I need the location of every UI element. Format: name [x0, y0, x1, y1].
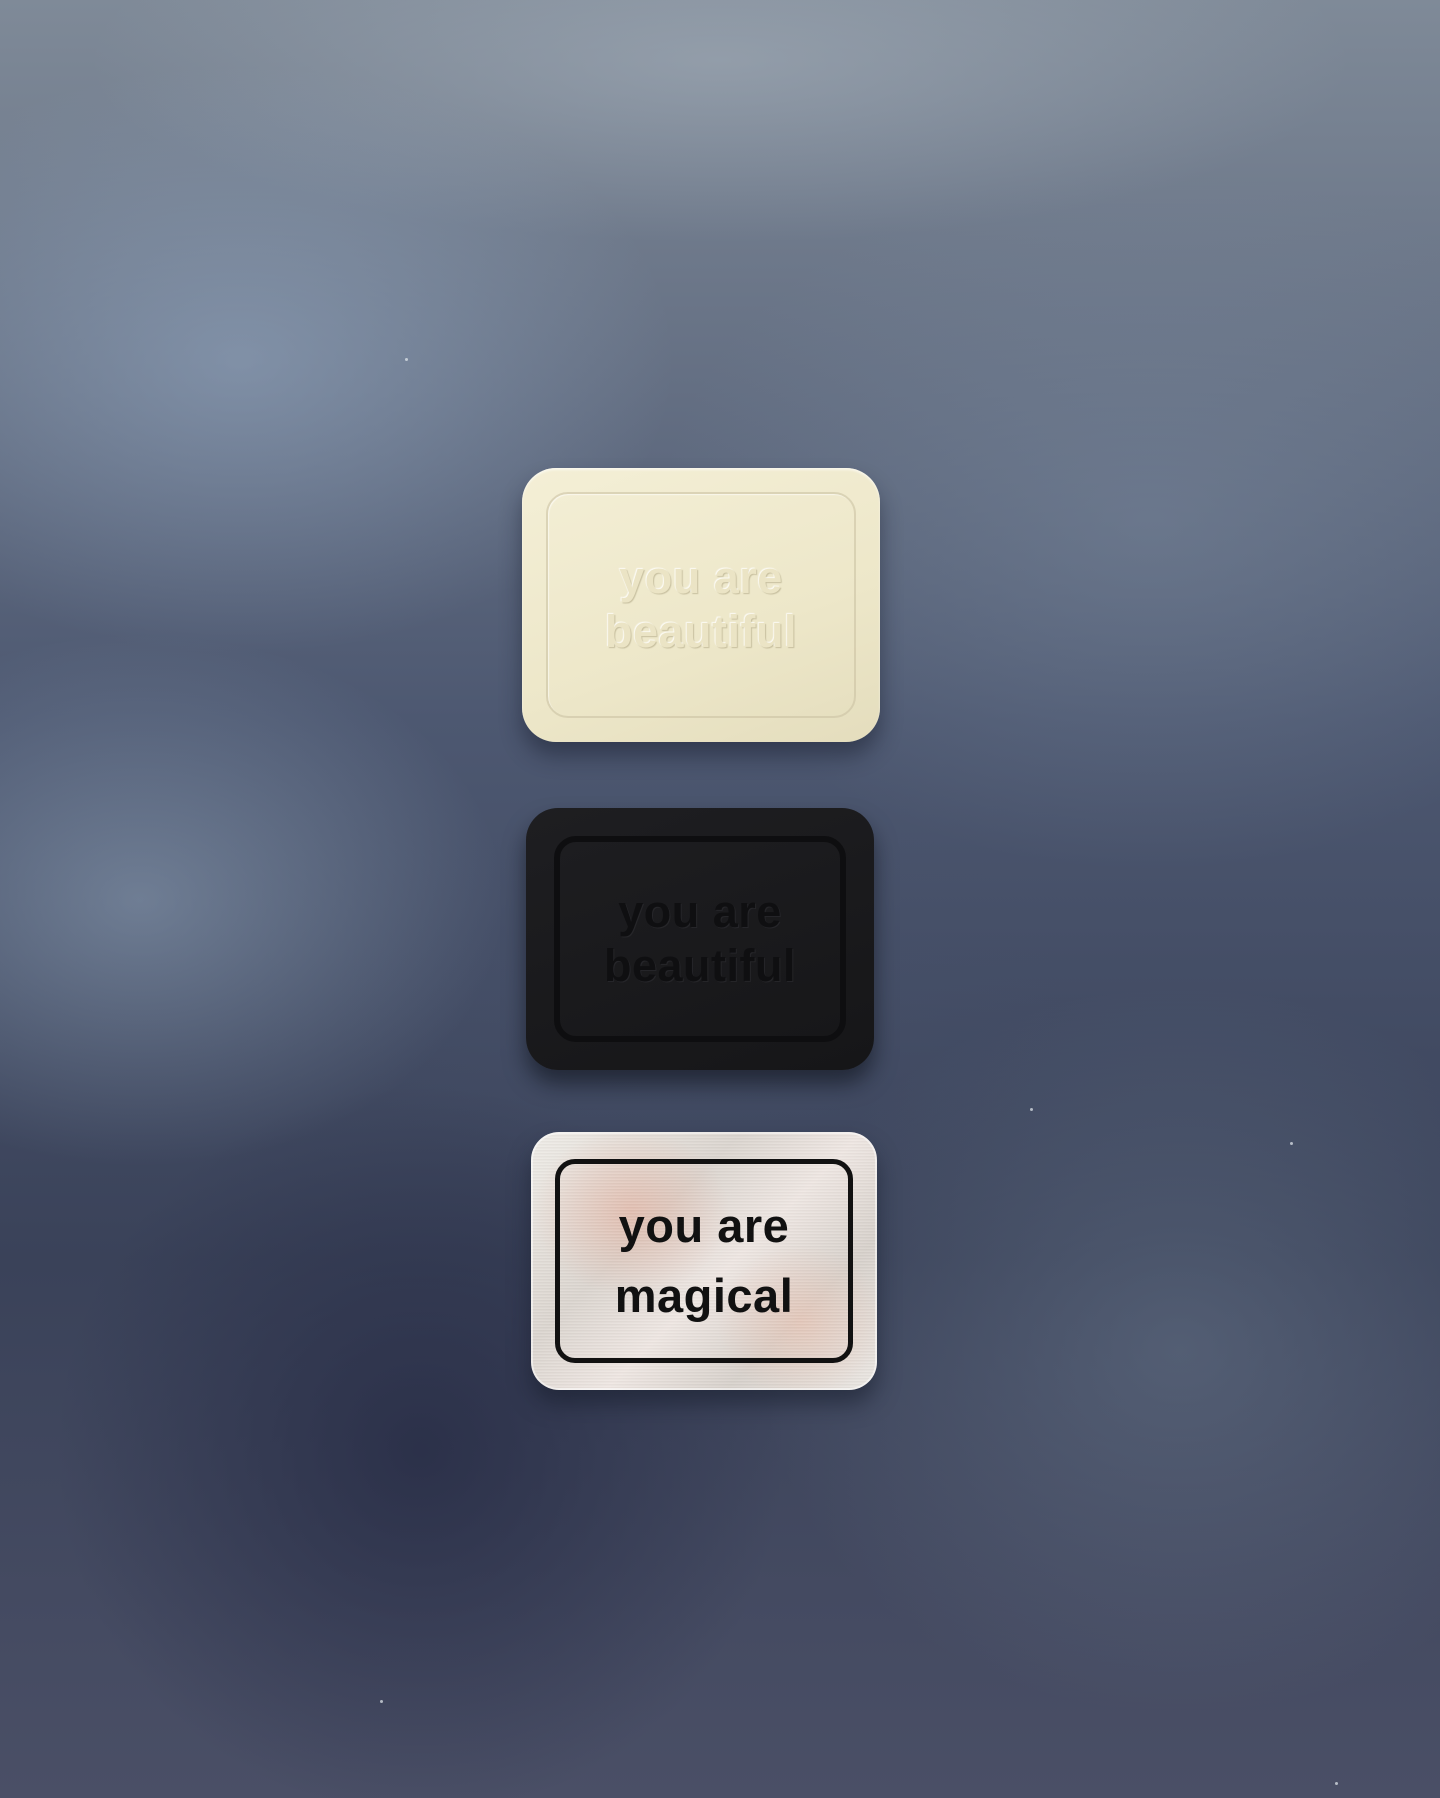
dust-speck: [405, 358, 408, 361]
dust-speck: [380, 1700, 383, 1703]
dust-speck: [1030, 1108, 1033, 1111]
cream-plaque: you are beautiful: [522, 468, 880, 742]
plaque-text-line-1: you are: [618, 1198, 790, 1252]
plaque-text-line-2: beautiful: [605, 606, 797, 657]
black-plaque: you are beautiful: [526, 808, 874, 1070]
plaque-text: you are beautiful: [605, 551, 797, 659]
plaque-text-line-1: you are: [619, 552, 783, 603]
dust-speck: [1335, 1782, 1338, 1785]
photo-scene: you are beautiful you are beautiful you …: [0, 0, 1440, 1798]
plaque-text-line-1: you are: [618, 886, 782, 937]
dust-speck: [1290, 1142, 1293, 1145]
plaque-text: you are magical: [615, 1191, 794, 1332]
silver-plaque: you are magical: [531, 1132, 877, 1390]
plaque-text-line-2: beautiful: [604, 940, 796, 991]
plaque-text: you are beautiful: [604, 885, 796, 993]
plaque-text-line-2: magical: [614, 1269, 794, 1322]
